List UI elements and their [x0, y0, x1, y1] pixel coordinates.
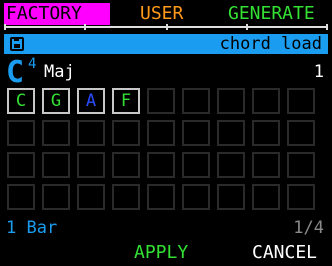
empty-slot[interactable] — [217, 184, 245, 210]
chord-load-bar[interactable]: chord load — [4, 34, 328, 54]
chord-root[interactable]: C — [6, 58, 24, 88]
empty-slot[interactable] — [217, 88, 245, 114]
empty-slot[interactable] — [147, 184, 175, 210]
apply-button[interactable]: APPLY — [134, 242, 188, 263]
tab-tick — [246, 24, 248, 30]
empty-slot[interactable] — [112, 184, 140, 210]
empty-slot[interactable] — [217, 152, 245, 178]
empty-slot[interactable] — [42, 120, 70, 146]
empty-slot[interactable] — [252, 152, 280, 178]
empty-slot[interactable] — [252, 184, 280, 210]
empty-slot[interactable] — [182, 88, 210, 114]
empty-slot[interactable] — [42, 152, 70, 178]
empty-slot[interactable] — [77, 120, 105, 146]
tab-tick — [4, 24, 6, 30]
empty-slot[interactable] — [7, 120, 35, 146]
disk-icon — [10, 37, 24, 51]
empty-slot[interactable] — [287, 184, 315, 210]
empty-slot[interactable] — [42, 184, 70, 210]
chord-slot[interactable]: A — [77, 88, 105, 114]
empty-slot[interactable] — [77, 152, 105, 178]
chord-load-label: chord load — [219, 34, 322, 54]
chord-quality[interactable]: Maj — [44, 62, 75, 82]
empty-slot[interactable] — [147, 88, 175, 114]
tab-tick — [84, 24, 86, 30]
empty-slot[interactable] — [217, 120, 245, 146]
empty-slot[interactable] — [77, 184, 105, 210]
tab-tick — [166, 24, 168, 30]
empty-slot[interactable] — [147, 120, 175, 146]
chord-slot[interactable]: G — [42, 88, 70, 114]
page-indicator: 1/4 — [293, 218, 324, 238]
empty-slot[interactable] — [287, 120, 315, 146]
chord-slot[interactable]: C — [7, 88, 35, 114]
empty-slot[interactable] — [182, 120, 210, 146]
empty-slot[interactable] — [252, 88, 280, 114]
tab-user[interactable]: USER — [140, 3, 183, 25]
empty-slot[interactable] — [287, 88, 315, 114]
empty-slot[interactable] — [112, 152, 140, 178]
tab-generate[interactable]: GENERATE — [228, 3, 315, 25]
chord-count: 1 — [313, 62, 324, 82]
empty-slot[interactable] — [7, 152, 35, 178]
chord-slot[interactable]: F — [112, 88, 140, 114]
empty-slot[interactable] — [7, 184, 35, 210]
empty-slot[interactable] — [182, 152, 210, 178]
tab-tick — [326, 24, 328, 30]
empty-slot[interactable] — [252, 120, 280, 146]
empty-slot[interactable] — [182, 184, 210, 210]
cancel-button[interactable]: CANCEL — [252, 242, 317, 263]
tab-factory[interactable]: FACTORY — [4, 3, 110, 25]
chord-octave: 4 — [28, 56, 37, 72]
empty-slot[interactable] — [147, 152, 175, 178]
length-label[interactable]: 1 Bar — [6, 218, 57, 238]
empty-slot[interactable] — [112, 120, 140, 146]
empty-slot[interactable] — [287, 152, 315, 178]
